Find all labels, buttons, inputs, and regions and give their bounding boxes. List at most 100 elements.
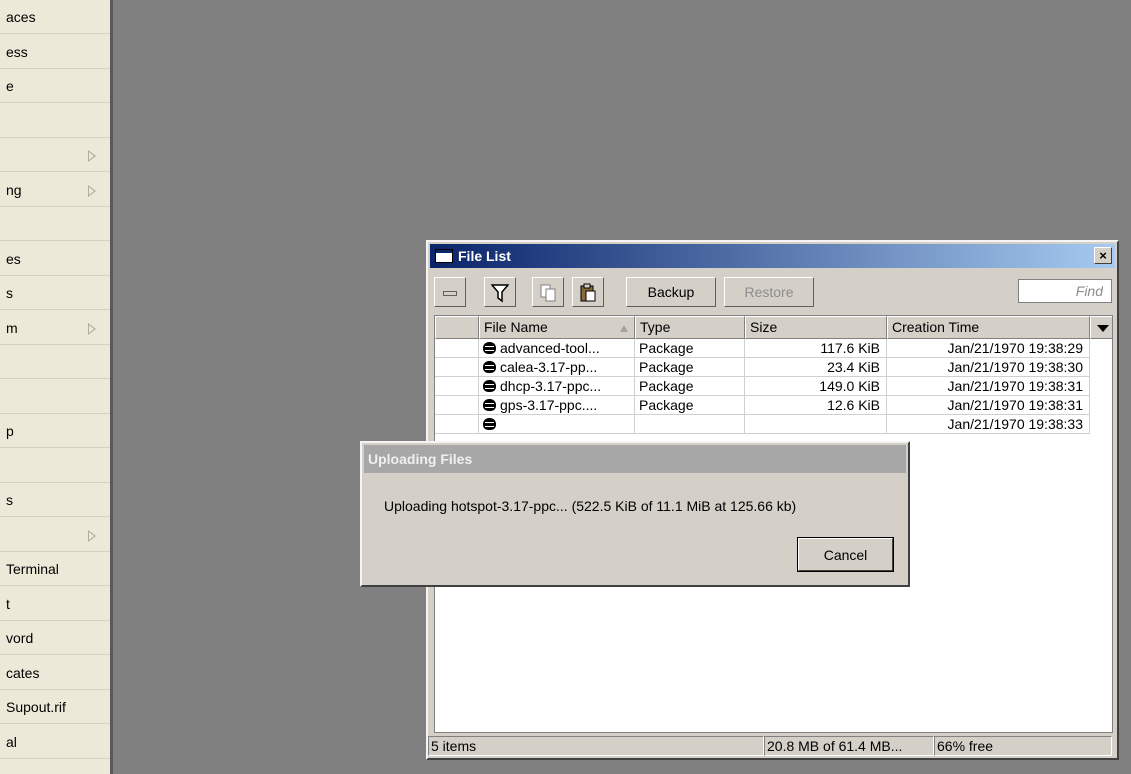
sidebar-item[interactable] bbox=[0, 138, 110, 172]
minus-icon bbox=[443, 290, 457, 296]
sidebar-item[interactable] bbox=[0, 380, 110, 414]
row-gutter bbox=[435, 377, 479, 396]
header-type[interactable]: Type bbox=[635, 316, 745, 339]
package-icon bbox=[483, 342, 496, 354]
size-cell: 117.6 KiB bbox=[745, 339, 887, 358]
table-row[interactable]: gps-3.17-ppc.... Package 12.6 KiB Jan/21… bbox=[435, 396, 1090, 415]
type-cell: Package bbox=[635, 396, 745, 415]
sidebar-item-label: s bbox=[6, 492, 13, 508]
header-size[interactable]: Size bbox=[745, 316, 887, 339]
header-label: File Name bbox=[484, 319, 548, 335]
sidebar-item-label: s bbox=[6, 285, 13, 301]
type-cell: Package bbox=[635, 377, 745, 396]
find-input[interactable] bbox=[1018, 279, 1112, 303]
submenu-arrow-icon bbox=[88, 150, 96, 162]
package-icon bbox=[483, 361, 496, 373]
package-icon bbox=[483, 399, 496, 411]
status-free-space: 66% free bbox=[934, 736, 1112, 756]
sidebar-item-label: cates bbox=[6, 664, 40, 681]
restore-button[interactable]: Restore bbox=[724, 277, 814, 307]
sidebar-item-label: ng bbox=[6, 181, 22, 198]
sidebar-item[interactable]: p bbox=[0, 414, 110, 448]
file-name: gps-3.17-ppc.... bbox=[500, 397, 598, 413]
header-creation-time[interactable]: Creation Time bbox=[887, 316, 1090, 339]
sidebar-item[interactable] bbox=[0, 345, 110, 379]
upload-progress-message: Uploading hotspot-3.17-ppc... (522.5 KiB… bbox=[384, 498, 797, 514]
row-gutter bbox=[435, 358, 479, 377]
sidebar-item-label: p bbox=[6, 423, 14, 439]
dialog-title[interactable]: Uploading Files bbox=[364, 445, 906, 473]
table-row[interactable]: calea-3.17-pp... Package 23.4 KiB Jan/21… bbox=[435, 358, 1090, 377]
package-icon bbox=[483, 380, 496, 392]
backup-button[interactable]: Backup bbox=[626, 277, 716, 307]
sidebar-item[interactable] bbox=[0, 207, 110, 241]
chevron-down-icon bbox=[1097, 325, 1109, 332]
header-blank[interactable] bbox=[435, 316, 479, 339]
sidebar-item-label: al bbox=[6, 733, 17, 750]
size-cell: 149.0 KiB bbox=[745, 377, 887, 396]
sidebar-item[interactable] bbox=[0, 518, 110, 552]
filter-button[interactable] bbox=[484, 277, 516, 307]
sidebar-item[interactable]: Supout.rif bbox=[0, 690, 110, 724]
file-name-cell: dhcp-3.17-ppc... bbox=[479, 377, 635, 396]
sidebar-item-label: Supout.rif bbox=[6, 699, 66, 715]
creation-time-cell: Jan/21/1970 19:38:31 bbox=[887, 377, 1090, 396]
submenu-arrow-icon bbox=[88, 529, 96, 542]
cancel-button[interactable]: Cancel bbox=[797, 537, 894, 572]
table-row[interactable]: dhcp-3.17-ppc... Package 149.0 KiB Jan/2… bbox=[435, 377, 1090, 396]
header-file-name[interactable]: File Name bbox=[479, 316, 635, 339]
window-title-bar[interactable]: File List × bbox=[430, 244, 1115, 268]
upload-dialog: Uploading Files Uploading hotspot-3.17-p… bbox=[360, 441, 910, 587]
submenu-arrow-icon bbox=[88, 184, 96, 197]
window-title: File List bbox=[458, 248, 511, 264]
status-disk-usage: 20.8 MB of 61.4 MB... bbox=[764, 736, 934, 756]
creation-time-cell: Jan/21/1970 19:38:29 bbox=[887, 339, 1090, 358]
sidebar-item[interactable]: e bbox=[0, 69, 110, 103]
file-name-cell: gps-3.17-ppc.... bbox=[479, 396, 635, 415]
sidebar-item[interactable]: Terminal bbox=[0, 552, 110, 586]
sidebar-item[interactable]: al bbox=[0, 725, 110, 759]
sidebar-item-label: aces bbox=[6, 9, 36, 25]
sort-ascending-icon bbox=[620, 325, 628, 332]
file-name: advanced-tool... bbox=[500, 340, 600, 356]
sidebar-item-label: m bbox=[6, 319, 18, 336]
copy-button[interactable] bbox=[532, 277, 564, 307]
close-button[interactable]: × bbox=[1094, 247, 1112, 264]
table-row[interactable]: advanced-tool... Package 117.6 KiB Jan/2… bbox=[435, 339, 1090, 358]
size-cell bbox=[745, 415, 887, 434]
paste-button[interactable] bbox=[572, 277, 604, 307]
package-icon bbox=[483, 418, 496, 430]
sidebar-item-label: t bbox=[6, 595, 10, 612]
sidebar-item[interactable] bbox=[0, 104, 110, 138]
remove-button[interactable] bbox=[434, 277, 466, 307]
file-name-cell: calea-3.17-pp... bbox=[479, 358, 635, 377]
creation-time-cell: Jan/21/1970 19:38:33 bbox=[887, 415, 1090, 434]
file-name: calea-3.17-pp... bbox=[500, 359, 598, 375]
sidebar-item[interactable]: vord bbox=[0, 621, 110, 655]
sidebar-item[interactable]: cates bbox=[0, 656, 110, 690]
table-header: File Name Type Size Creation Time bbox=[435, 316, 1112, 339]
sidebar-item[interactable]: t bbox=[0, 587, 110, 621]
row-gutter bbox=[435, 339, 479, 358]
copy-icon bbox=[540, 284, 556, 302]
sidebar-item[interactable] bbox=[0, 449, 110, 483]
column-menu-button[interactable] bbox=[1090, 316, 1112, 339]
sidebar-item[interactable]: ess bbox=[0, 35, 110, 69]
sidebar-item[interactable]: s bbox=[0, 483, 110, 517]
filter-icon bbox=[490, 284, 510, 303]
size-cell: 23.4 KiB bbox=[745, 358, 887, 377]
sidebar-item-label: e bbox=[6, 78, 14, 94]
sidebar-item[interactable]: aces bbox=[0, 0, 110, 34]
size-cell: 12.6 KiB bbox=[745, 396, 887, 415]
submenu-arrow-icon bbox=[88, 322, 96, 335]
sidebar-item[interactable]: m bbox=[0, 311, 110, 345]
sidebar-item[interactable]: es bbox=[0, 242, 110, 276]
file-name: dhcp-3.17-ppc... bbox=[500, 378, 602, 394]
status-item-count: 5 items bbox=[428, 736, 764, 756]
sidebar-item[interactable]: ng bbox=[0, 173, 110, 207]
creation-time-cell: Jan/21/1970 19:38:31 bbox=[887, 396, 1090, 415]
table-row[interactable]: Jan/21/1970 19:38:33 bbox=[435, 415, 1090, 434]
row-gutter bbox=[435, 396, 479, 415]
sidebar-item[interactable]: s bbox=[0, 276, 110, 310]
type-cell: Package bbox=[635, 339, 745, 358]
